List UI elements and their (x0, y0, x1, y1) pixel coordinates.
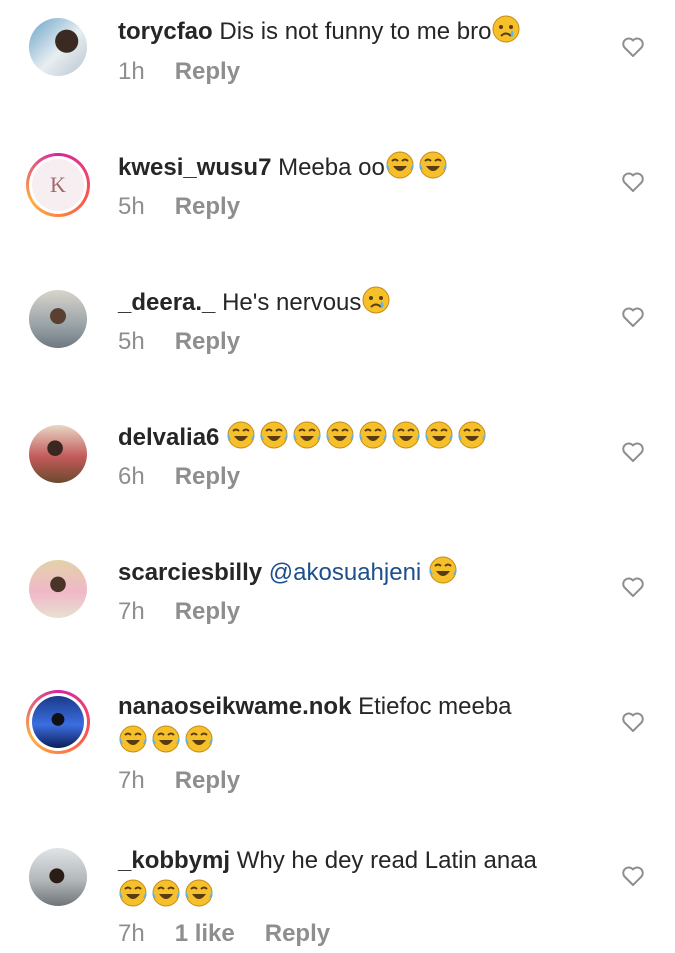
username[interactable]: nanaoseikwame.nok (118, 693, 351, 720)
tears-of-joy-emoji (425, 421, 453, 449)
comment-text: Why he dey read Latin anaa (236, 847, 537, 874)
tears-of-joy-emoji (260, 421, 288, 449)
reply-button[interactable]: Reply (175, 58, 240, 86)
comment-text: Etiefoc meeba (358, 693, 512, 720)
username[interactable]: _deera._ (118, 289, 215, 316)
tears-of-joy-emoji (152, 725, 180, 753)
timestamp: 6h (118, 463, 145, 490)
tears-of-joy-emoji (227, 421, 255, 449)
timestamp: 7h (118, 767, 145, 794)
timestamp: 7h (118, 920, 145, 947)
timestamp: 5h (118, 328, 145, 355)
mention-link[interactable]: @akosuahjeni (269, 559, 421, 586)
sad-tear-emoji (362, 286, 390, 314)
tears-of-joy-emoji (429, 556, 457, 584)
reply-button[interactable]: Reply (175, 328, 240, 356)
tears-of-joy-emoji (152, 879, 180, 907)
avatar[interactable] (26, 845, 90, 909)
reply-button[interactable]: Reply (175, 193, 240, 221)
reply-button[interactable]: Reply (175, 598, 240, 626)
reply-button[interactable]: Reply (175, 463, 240, 491)
comment-text: Meeba oo (278, 154, 385, 181)
tears-of-joy-emoji (119, 879, 147, 907)
comment-text: Dis is not funny to me bro (219, 18, 492, 45)
reply-button[interactable]: Reply (265, 920, 330, 948)
heart-icon[interactable] (621, 171, 645, 193)
tears-of-joy-emoji (185, 725, 213, 753)
username[interactable]: kwesi_wusu7 (118, 154, 271, 181)
timestamp: 5h (118, 193, 145, 220)
tears-of-joy-emoji (386, 151, 414, 179)
tears-of-joy-emoji (119, 725, 147, 753)
tears-of-joy-emoji (326, 421, 354, 449)
tears-of-joy-emoji (359, 421, 387, 449)
avatar[interactable] (26, 15, 90, 79)
tears-of-joy-emoji (185, 879, 213, 907)
comment-text: He's nervous (222, 289, 362, 316)
heart-icon[interactable] (621, 711, 645, 733)
avatar[interactable] (26, 690, 90, 754)
tears-of-joy-emoji (293, 421, 321, 449)
reply-button[interactable]: Reply (175, 767, 240, 795)
heart-icon[interactable] (621, 441, 645, 463)
heart-icon[interactable] (621, 306, 645, 328)
avatar-letter: K (50, 172, 66, 197)
timestamp: 7h (118, 598, 145, 625)
likes-count[interactable]: 1 like (175, 920, 235, 948)
tears-of-joy-emoji (392, 421, 420, 449)
timestamp: 1h (118, 58, 145, 85)
heart-icon[interactable] (621, 36, 645, 58)
tears-of-joy-emoji (419, 151, 447, 179)
heart-icon[interactable] (621, 865, 645, 887)
tears-of-joy-emoji (458, 421, 486, 449)
avatar[interactable] (26, 557, 90, 621)
username[interactable]: torycfao (118, 18, 213, 45)
avatar[interactable] (26, 287, 90, 351)
sad-tear-emoji (492, 15, 520, 43)
username[interactable]: delvalia6 (118, 424, 219, 451)
avatar[interactable] (26, 422, 90, 486)
heart-icon[interactable] (621, 576, 645, 598)
username[interactable]: _kobbymj (118, 847, 230, 874)
username[interactable]: scarciesbilly (118, 559, 262, 586)
avatar[interactable]: K (26, 153, 90, 217)
